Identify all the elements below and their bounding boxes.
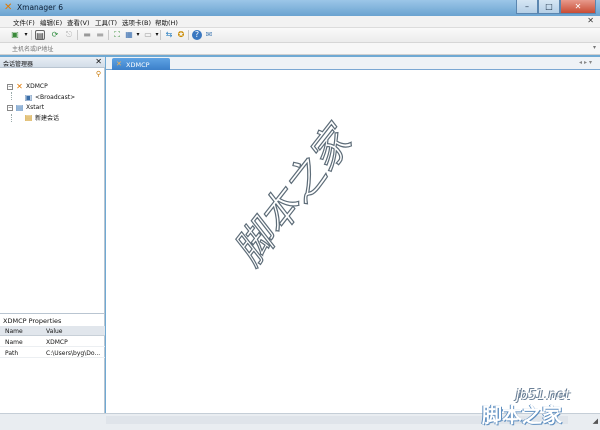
panel-close-icon[interactable]: ✕: [95, 57, 102, 66]
tree-item-xdmcp[interactable]: − ✕ XDMCP: [7, 82, 48, 91]
lock-icon[interactable]: ▬: [82, 30, 92, 40]
tab-xdmcp[interactable]: ✕ XDMCP: [112, 58, 170, 70]
menu-close-icon[interactable]: ✕: [587, 16, 594, 25]
tree-item-label: XDMCP: [26, 83, 48, 90]
vertical-scrollbar[interactable]: [576, 70, 600, 413]
dropdown-arrow-icon[interactable]: ▾: [21, 30, 31, 40]
minimize-button[interactable]: –: [516, 0, 538, 14]
table-row[interactable]: Path C:\Users\byg\Do...: [0, 348, 105, 358]
property-value: C:\Users\byg\Do...: [46, 350, 101, 357]
session-manager-panel: 会话管理器 ✕ ⚲ − ✕ XDMCP ▣ <Broadcast> − ▤ Xs…: [0, 57, 105, 413]
tab-label: XDMCP: [126, 61, 150, 69]
site-name: 脚本之家: [482, 403, 562, 427]
column-header-value[interactable]: Value: [46, 328, 103, 335]
fullscreen-icon[interactable]: ⛶: [112, 30, 122, 40]
maximize-button[interactable]: □: [538, 0, 560, 14]
collapse-icon[interactable]: −: [7, 104, 13, 111]
menu-help[interactable]: 帮助(H): [155, 17, 178, 27]
menu-tabs[interactable]: 选项卡(B): [122, 17, 151, 27]
disconnect-icon[interactable]: ⎋: [64, 30, 74, 40]
key-icon[interactable]: ▬: [95, 30, 105, 40]
broadcast-icon: ▣: [24, 92, 33, 102]
address-bar: ▾: [0, 43, 600, 55]
chat-icon[interactable]: ✉: [204, 30, 214, 40]
toolbar-separator: [108, 30, 109, 40]
host-address-input[interactable]: [12, 44, 590, 54]
panel-title: 会话管理器: [3, 61, 34, 68]
toolbar-separator: [160, 30, 161, 40]
xmanager-logo-icon: ✕: [4, 2, 13, 13]
close-button[interactable]: ✕: [560, 0, 596, 14]
toolbar-separator: [77, 30, 78, 40]
tree-item-xstart[interactable]: − ▤ Xstart: [7, 103, 44, 112]
window-title: Xmanager 6: [17, 3, 64, 12]
properties-panel: XDMCP Properties Name Value Name XDMCP P…: [0, 313, 105, 413]
tree-item-label: Xstart: [26, 104, 45, 111]
toolbar: ▣ ▾ ▤ ⟳ ⎋ ▬ ▬ ⛶ ▦ ▾ ▭ ▾ ⇆ ✪ ? ✉: [0, 28, 600, 43]
dropdown-arrow-icon[interactable]: ▾: [133, 30, 143, 40]
tree-item-broadcast[interactable]: ▣ <Broadcast>: [24, 93, 75, 102]
tree-item-label: 新建会话: [35, 115, 60, 122]
tree-item-new-session[interactable]: ▤ 新建会话: [24, 113, 59, 122]
transfer-icon[interactable]: ⇆: [164, 30, 174, 40]
help-icon[interactable]: ?: [192, 30, 202, 40]
table-row[interactable]: Name XDMCP: [0, 337, 105, 347]
tree-connector: [11, 114, 12, 122]
chevron-down-icon[interactable]: ▾: [593, 44, 596, 51]
tab-strip: ✕ XDMCP ◂▸▾: [106, 57, 600, 70]
tree-connector: [11, 92, 12, 100]
property-name: Name: [5, 339, 23, 346]
new-session-icon[interactable]: ▣: [10, 30, 20, 40]
tab-nav-arrows-icon[interactable]: ◂▸▾: [579, 59, 594, 66]
toolbar-separator: [188, 30, 189, 40]
menu-file[interactable]: 文件(F): [13, 17, 35, 27]
property-value: XDMCP: [46, 339, 68, 346]
property-name: Path: [5, 350, 19, 357]
new-session-icon: ▤: [24, 112, 33, 122]
menu-tools[interactable]: 工具(T): [95, 17, 117, 27]
session-manager-icon[interactable]: ▤: [35, 30, 45, 40]
menu-edit[interactable]: 编辑(E): [40, 17, 62, 27]
xstart-icon: ▤: [15, 102, 24, 112]
column-header-name[interactable]: Name: [5, 328, 41, 335]
xdmcp-icon: ✕: [16, 81, 23, 91]
tree-item-label: <Broadcast>: [35, 94, 76, 101]
resize-grip-icon[interactable]: ◢: [593, 417, 598, 425]
watermark-text: 脚本之家: [232, 118, 363, 274]
tools-icon[interactable]: ✪: [176, 30, 186, 40]
menu-view[interactable]: 查看(V): [67, 17, 90, 27]
window-controls: – □ ✕: [516, 0, 596, 14]
panel-header: 会话管理器 ✕: [0, 57, 105, 68]
xdmcp-icon: ✕: [116, 60, 122, 68]
search-icon[interactable]: ⚲: [96, 70, 101, 78]
title-bar[interactable]: ✕ Xmanager 6 – □ ✕: [0, 0, 600, 16]
properties-header: Name Value: [0, 326, 105, 336]
collapse-icon[interactable]: −: [7, 83, 13, 90]
properties-title: XDMCP Properties: [3, 317, 62, 325]
refresh-icon[interactable]: ⟳: [50, 30, 60, 40]
menu-bar: 文件(F) 编辑(E) 查看(V) 工具(T) 选项卡(B) 帮助(H) ✕: [0, 16, 600, 28]
watermark-image: 脚本之家: [232, 118, 364, 275]
toolbar-separator: [31, 30, 32, 40]
